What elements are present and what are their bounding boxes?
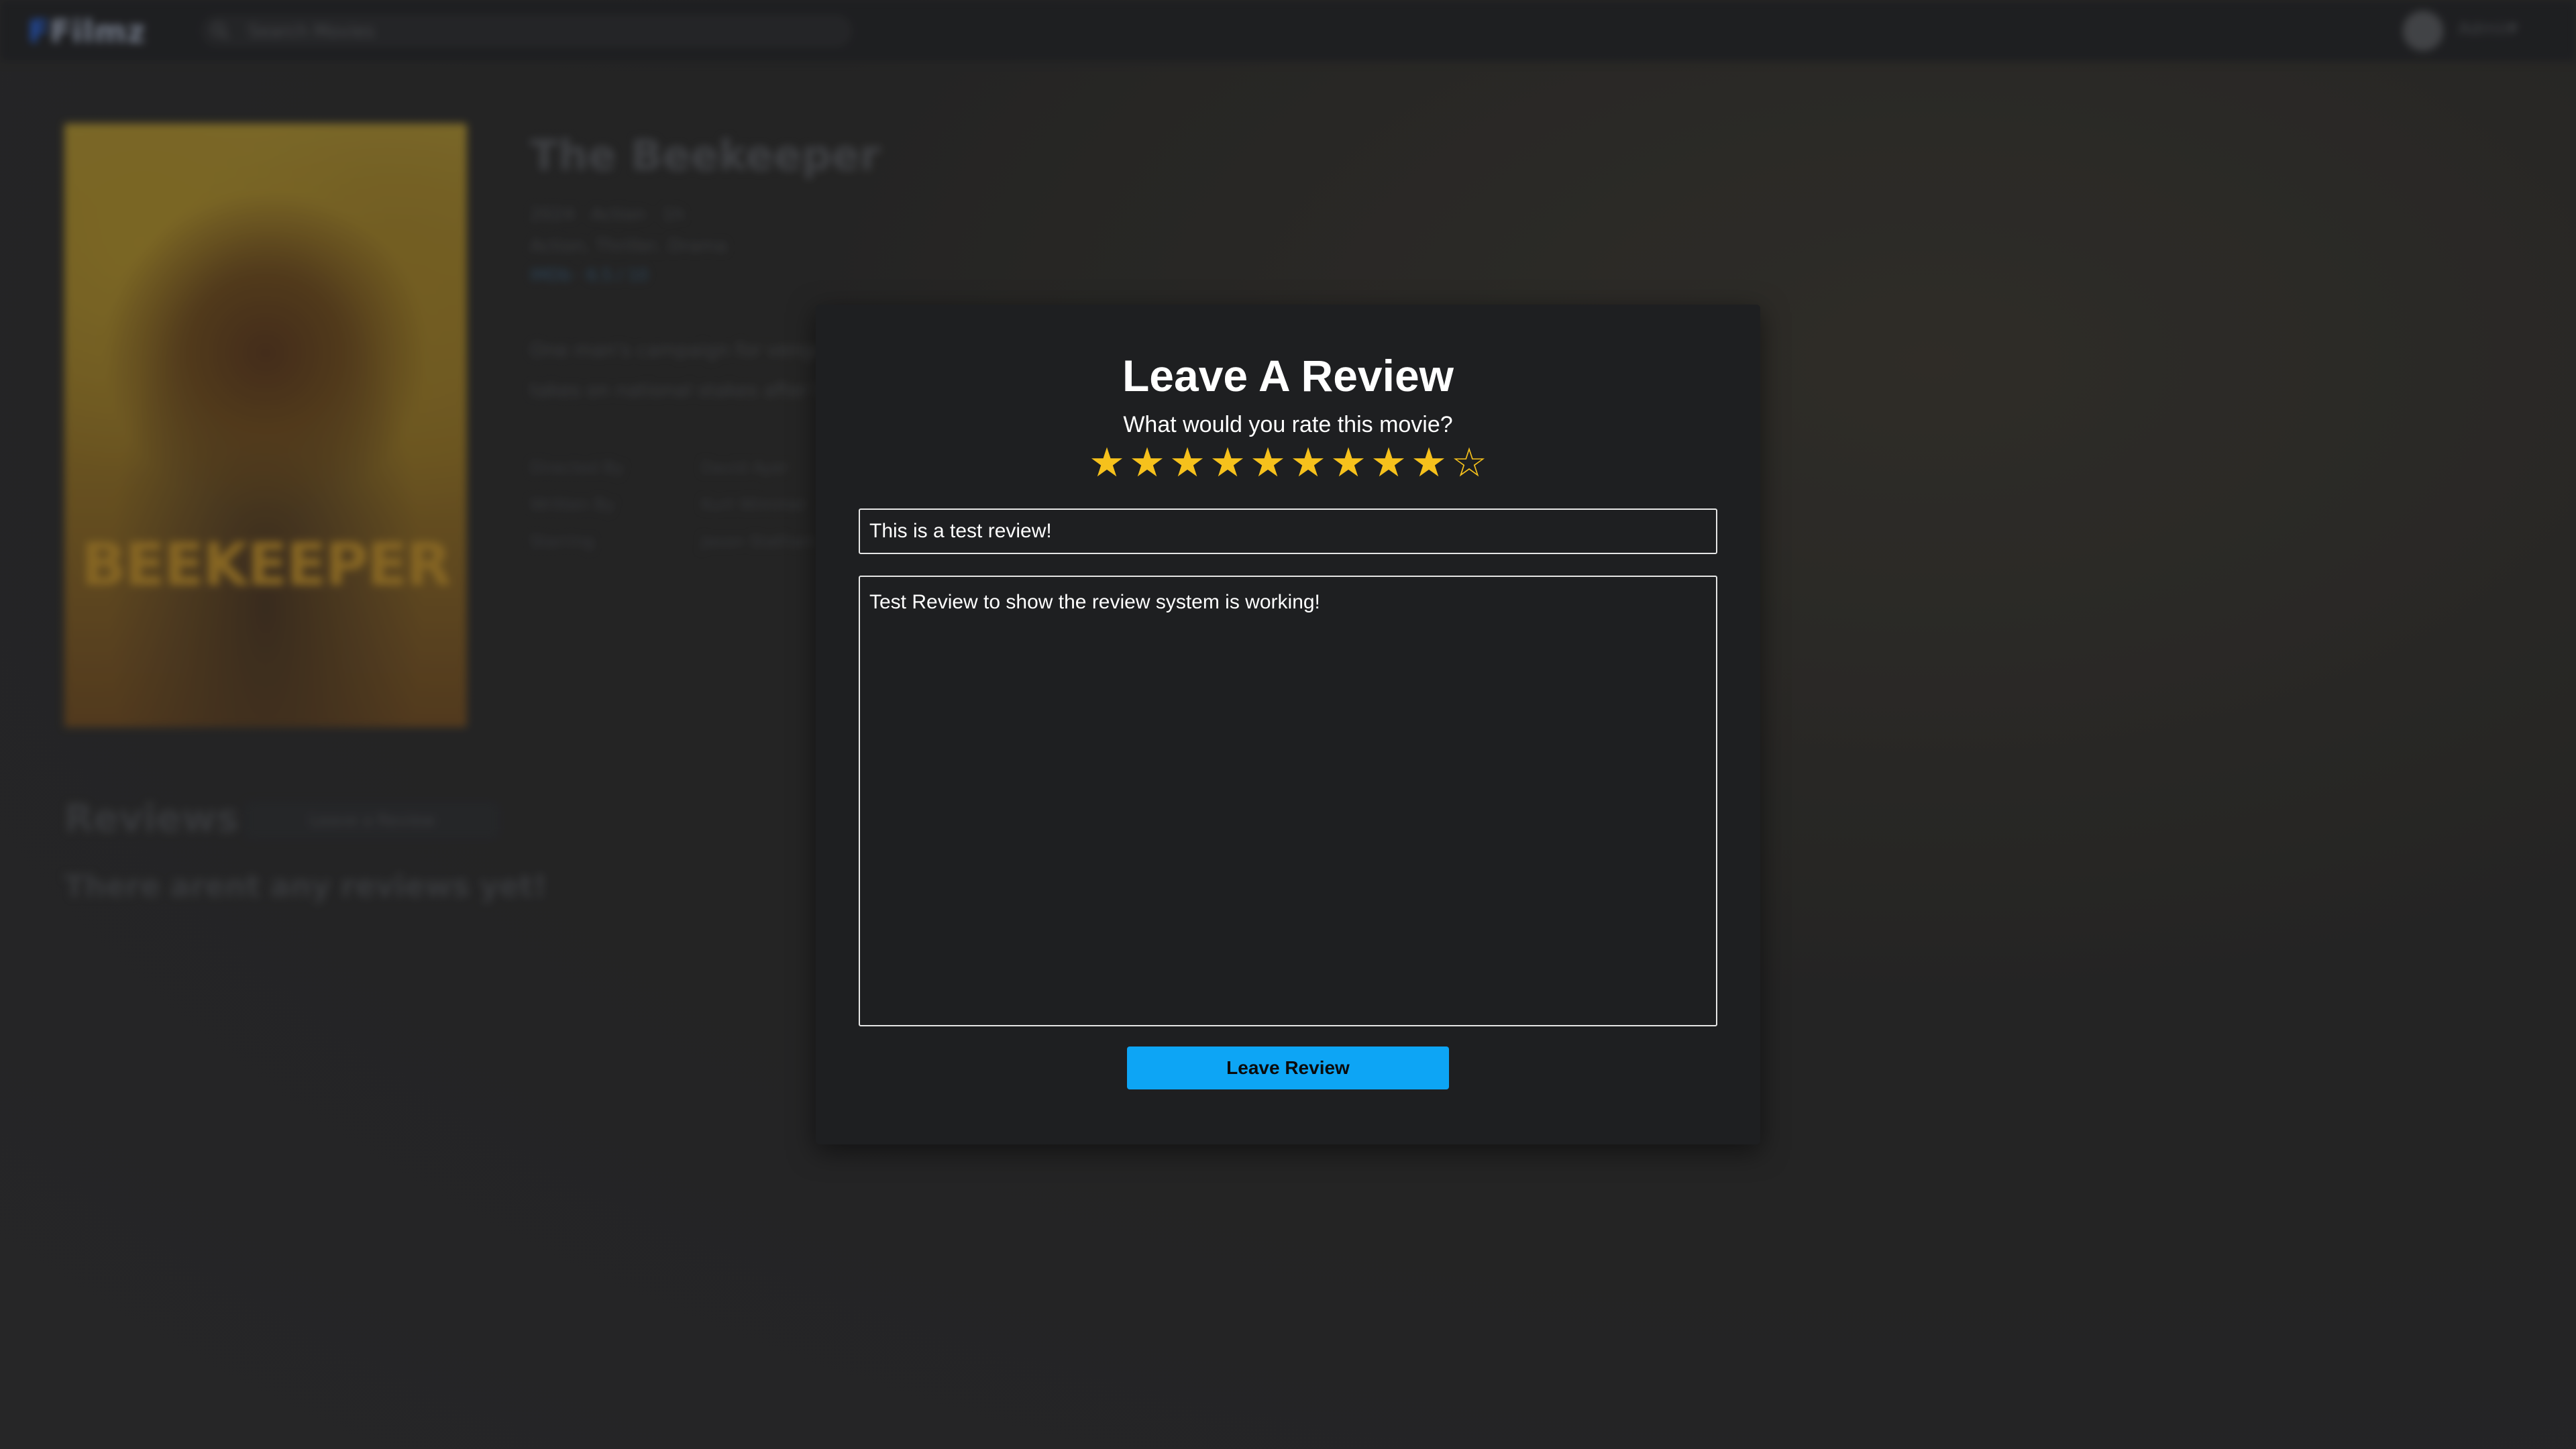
leave-review-button[interactable]: Leave Review bbox=[1127, 1046, 1449, 1089]
review-title-input[interactable] bbox=[859, 508, 1717, 554]
star-filled-icon[interactable]: ★ bbox=[1368, 443, 1409, 483]
star-rating[interactable]: ★ ★ ★ ★ ★ ★ ★ ★ ★ ☆ bbox=[816, 443, 1760, 483]
star-filled-icon[interactable]: ★ bbox=[1208, 443, 1248, 483]
star-filled-icon[interactable]: ★ bbox=[1288, 443, 1328, 483]
star-empty-icon[interactable]: ☆ bbox=[1449, 443, 1489, 483]
review-body-textarea[interactable]: Test Review to show the review system is… bbox=[859, 576, 1717, 1026]
star-filled-icon[interactable]: ★ bbox=[1127, 443, 1167, 483]
star-filled-icon[interactable]: ★ bbox=[1248, 443, 1288, 483]
review-modal: Leave A Review What would you rate this … bbox=[816, 305, 1760, 1144]
star-filled-icon[interactable]: ★ bbox=[1087, 443, 1127, 483]
star-filled-icon[interactable]: ★ bbox=[1409, 443, 1449, 483]
page: FFilmz Search Movies Admin ▾ BEEKEEPER T… bbox=[0, 0, 2576, 1449]
star-filled-icon[interactable]: ★ bbox=[1328, 443, 1368, 483]
rating-prompt: What would you rate this movie? bbox=[1123, 412, 1453, 437]
modal-title: Leave A Review bbox=[1122, 351, 1454, 400]
star-filled-icon[interactable]: ★ bbox=[1167, 443, 1208, 483]
